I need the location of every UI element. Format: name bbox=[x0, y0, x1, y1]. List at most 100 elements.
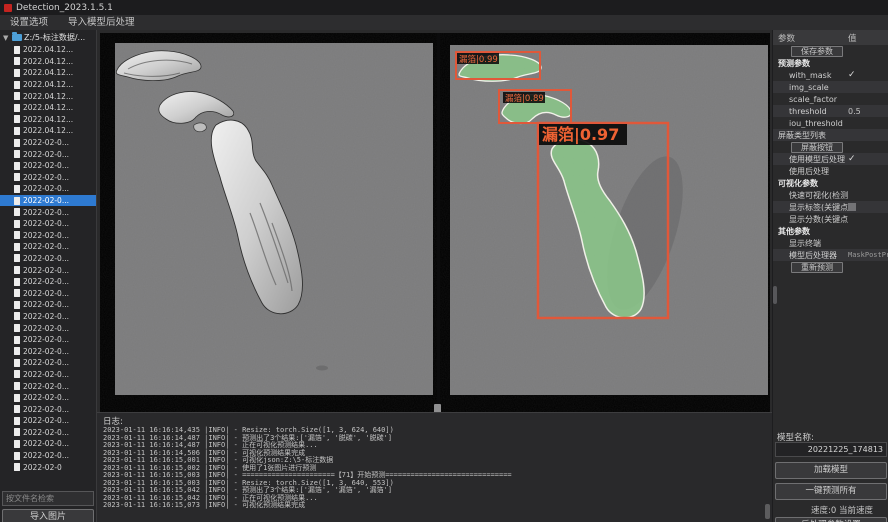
tree-item[interactable]: 2022-02-0... bbox=[0, 369, 97, 381]
tree-item[interactable]: 2022-02-0... bbox=[0, 195, 97, 207]
tree-item[interactable]: 2022-02-0... bbox=[0, 264, 97, 276]
param-row[interactable]: 显示终端 bbox=[773, 237, 888, 249]
tree-item[interactable]: 2022.04.12... bbox=[0, 114, 97, 126]
search-input[interactable] bbox=[2, 491, 94, 506]
tree-item[interactable]: 2022-02-0... bbox=[0, 334, 97, 346]
file-icon bbox=[14, 57, 20, 65]
param-button-row: 屏蔽按钮 bbox=[773, 141, 888, 153]
checkbox-unchecked[interactable] bbox=[848, 203, 856, 211]
param-row[interactable]: 屏蔽类型列表 bbox=[773, 129, 888, 141]
tree-item[interactable]: 2022.04.12... bbox=[0, 79, 97, 91]
tree-item[interactable]: 2022.04.12... bbox=[0, 125, 97, 137]
param-row[interactable]: iou_threshold bbox=[773, 117, 888, 129]
tree-item[interactable]: 2022.04.12... bbox=[0, 102, 97, 114]
file-icon bbox=[14, 336, 20, 344]
param-row[interactable]: threshold0.5 bbox=[773, 105, 888, 117]
app-logo-icon bbox=[4, 4, 12, 12]
tree-item[interactable]: 2022-02-0... bbox=[0, 450, 97, 462]
param-name: threshold bbox=[773, 107, 848, 116]
param-row[interactable]: 显示标签(关键点) bbox=[773, 201, 888, 213]
param-row[interactable]: 使用模型后处理✓ bbox=[773, 153, 888, 165]
load-model-button[interactable]: 加载模型 bbox=[775, 462, 887, 479]
tree-item[interactable]: 2022-02-0... bbox=[0, 148, 97, 160]
tree-item[interactable]: 2022-02-0... bbox=[0, 287, 97, 299]
file-name: 2022.04.12... bbox=[23, 126, 73, 135]
param-row[interactable]: scale_factor bbox=[773, 93, 888, 105]
file-icon bbox=[14, 312, 20, 320]
detection-label-1: 漏箔|0.99 bbox=[459, 54, 498, 65]
param-row[interactable]: 使用后处理 bbox=[773, 165, 888, 177]
tree-item[interactable]: 2022-02-0... bbox=[0, 380, 97, 392]
tree-item[interactable]: 2022-02-0... bbox=[0, 392, 97, 404]
tree-item[interactable]: 2022.04.12... bbox=[0, 90, 97, 102]
file-name: 2022-02-0... bbox=[23, 219, 69, 228]
predict-all-button[interactable]: 一键预测所有 bbox=[775, 483, 887, 500]
file-icon bbox=[14, 92, 20, 100]
model-name-field[interactable]: 20221225_174813 bbox=[775, 442, 887, 457]
original-image-canvas[interactable] bbox=[100, 33, 437, 412]
tree-item[interactable]: 2022.04.12... bbox=[0, 67, 97, 79]
tree-item[interactable]: 2022.04.12... bbox=[0, 56, 97, 68]
param-name: 使用后处理 bbox=[773, 166, 848, 177]
tree-item[interactable]: 2022-02-0... bbox=[0, 218, 97, 230]
prediction-image-canvas[interactable]: 漏箔|0.99 漏箔|0.89 漏箔|0.97 bbox=[440, 33, 770, 412]
tree-item[interactable]: 2022-02-0... bbox=[0, 230, 97, 242]
checkbox-checked[interactable]: ✓ bbox=[848, 154, 888, 164]
tree-item[interactable]: 2022-02-0 bbox=[0, 461, 97, 473]
param-button-row: 重新预测 bbox=[773, 261, 888, 273]
param-button-row: 保存参数 bbox=[773, 45, 888, 57]
tree-item[interactable]: 2022-02-0... bbox=[0, 253, 97, 265]
param-row[interactable]: 显示分数(关键点) bbox=[773, 213, 888, 225]
tree-item[interactable]: 2022-02-0... bbox=[0, 299, 97, 311]
tree-item[interactable]: 2022-02-0... bbox=[0, 183, 97, 195]
file-name: 2022-02-0... bbox=[23, 324, 69, 333]
file-icon bbox=[14, 463, 20, 471]
param-button[interactable]: 重新预测 bbox=[791, 262, 843, 273]
tree-item[interactable]: 2022-02-0... bbox=[0, 276, 97, 288]
panel-scrollbar-thumb[interactable] bbox=[773, 286, 777, 304]
tree-item[interactable]: 2022.04.12... bbox=[0, 44, 97, 56]
file-icon bbox=[14, 150, 20, 158]
postprocess-settings-button[interactable]: 后处理参数设置 bbox=[775, 517, 887, 522]
checkbox-checked[interactable]: ✓ bbox=[848, 70, 888, 80]
file-name: 2022-02-0... bbox=[23, 405, 69, 414]
file-icon bbox=[14, 243, 20, 251]
tree-item[interactable]: 2022-02-0... bbox=[0, 322, 97, 334]
param-name: 屏蔽类型列表 bbox=[773, 130, 848, 141]
file-icon bbox=[14, 301, 20, 309]
tree-item[interactable]: 2022-02-0... bbox=[0, 160, 97, 172]
log-title: 日志: bbox=[103, 415, 772, 426]
menu-item-settings[interactable]: 设置选项 bbox=[0, 15, 58, 30]
tree-item[interactable]: 2022-02-0... bbox=[0, 137, 97, 149]
tree-item[interactable]: 2022-02-0... bbox=[0, 415, 97, 427]
file-icon bbox=[14, 46, 20, 54]
file-name: 2022-02-0... bbox=[23, 150, 69, 159]
tree-item[interactable]: 2022-02-0... bbox=[0, 206, 97, 218]
menu-item-import-postprocess[interactable]: 导入模型后处理 bbox=[58, 15, 145, 30]
tree-item[interactable]: 2022-02-0... bbox=[0, 438, 97, 450]
param-row[interactable]: 快速可视化(检测) bbox=[773, 189, 888, 201]
file-icon bbox=[14, 324, 20, 332]
log-scrollbar-thumb[interactable] bbox=[765, 504, 770, 519]
param-row[interactable]: 模型后处理器MaskPostPro bbox=[773, 249, 888, 261]
param-value[interactable] bbox=[848, 202, 888, 213]
tree-item[interactable]: 2022-02-0... bbox=[0, 311, 97, 323]
tree-item[interactable]: 2022-02-0... bbox=[0, 345, 97, 357]
tree-item[interactable]: 2022-02-0... bbox=[0, 403, 97, 415]
tree-root[interactable]: ▼ Z:/5-标注数据/... bbox=[0, 31, 97, 44]
tree-item[interactable]: 2022-02-0... bbox=[0, 172, 97, 184]
param-row[interactable]: with_mask✓ bbox=[773, 69, 888, 81]
import-images-button[interactable]: 导入图片 bbox=[2, 509, 94, 522]
log-scrollbar[interactable] bbox=[765, 427, 770, 521]
file-icon bbox=[14, 452, 20, 460]
file-name: 2022-02-0... bbox=[23, 393, 69, 402]
file-name: 2022-02-0... bbox=[23, 289, 69, 298]
param-button[interactable]: 屏蔽按钮 bbox=[791, 142, 843, 153]
param-button[interactable]: 保存参数 bbox=[791, 46, 843, 57]
speed-status: 速度:0 当前速度 bbox=[773, 504, 888, 516]
tree-item[interactable]: 2022-02-0... bbox=[0, 427, 97, 439]
file-icon bbox=[14, 231, 20, 239]
tree-item[interactable]: 2022-02-0... bbox=[0, 241, 97, 253]
tree-item[interactable]: 2022-02-0... bbox=[0, 357, 97, 369]
param-row[interactable]: img_scale bbox=[773, 81, 888, 93]
